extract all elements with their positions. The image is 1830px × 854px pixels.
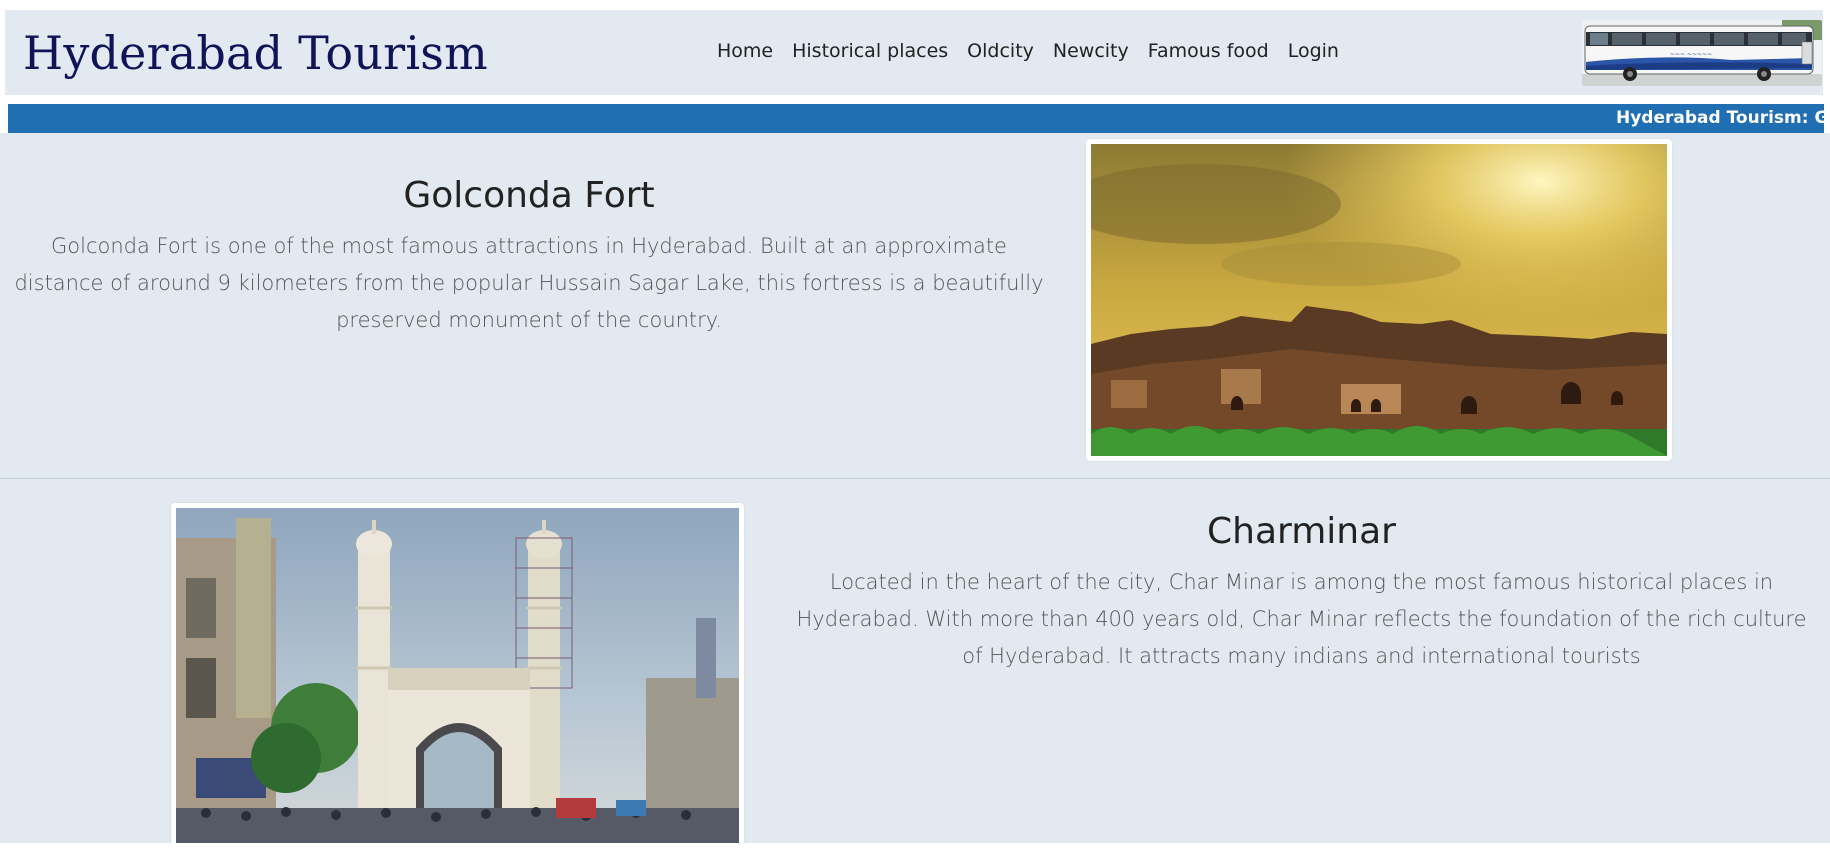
nav-famous-food[interactable]: Famous food (1148, 40, 1269, 62)
nav-newcity[interactable]: Newcity (1053, 40, 1129, 62)
ticker-text: Hyderabad Tourism: Golc (1616, 108, 1824, 128)
main-nav: Home Historical places Oldcity Newcity F… (717, 40, 1339, 62)
site-header: Hyderabad Tourism Home Historical places… (5, 10, 1823, 95)
nav-login[interactable]: Login (1288, 40, 1339, 62)
site-brand[interactable]: Hyderabad Tourism (23, 26, 488, 80)
charminar-photo (171, 503, 744, 853)
page-bottom (0, 843, 1830, 854)
svg-text:~~~ ~~~~~: ~~~ ~~~~~ (1670, 51, 1712, 58)
golconda-text: Golconda Fort Golconda Fort is one of th… (8, 175, 1050, 339)
golconda-fort-photo (1086, 139, 1672, 461)
charminar-section: Charminar Located in the heart of the ci… (0, 479, 1830, 853)
golconda-description: Golconda Fort is one of the most famous … (14, 234, 1044, 332)
charminar-title: Charminar (1207, 511, 1396, 552)
charminar-description: Located in the heart of the city, Char M… (796, 570, 1807, 668)
nav-oldcity[interactable]: Oldcity (967, 40, 1034, 62)
bus-image: ~~~ ~~~~~ (1582, 20, 1822, 86)
nav-historical-places[interactable]: Historical places (792, 40, 948, 62)
golconda-title: Golconda Fort (403, 175, 655, 216)
charminar-text: Charminar Located in the heart of the ci… (784, 511, 1819, 675)
nav-home[interactable]: Home (717, 40, 773, 62)
news-ticker: Hyderabad Tourism: Golc (8, 104, 1824, 133)
golconda-section: Golconda Fort Golconda Fort is one of th… (0, 133, 1830, 478)
page: Hyderabad Tourism Home Historical places… (0, 0, 1830, 854)
